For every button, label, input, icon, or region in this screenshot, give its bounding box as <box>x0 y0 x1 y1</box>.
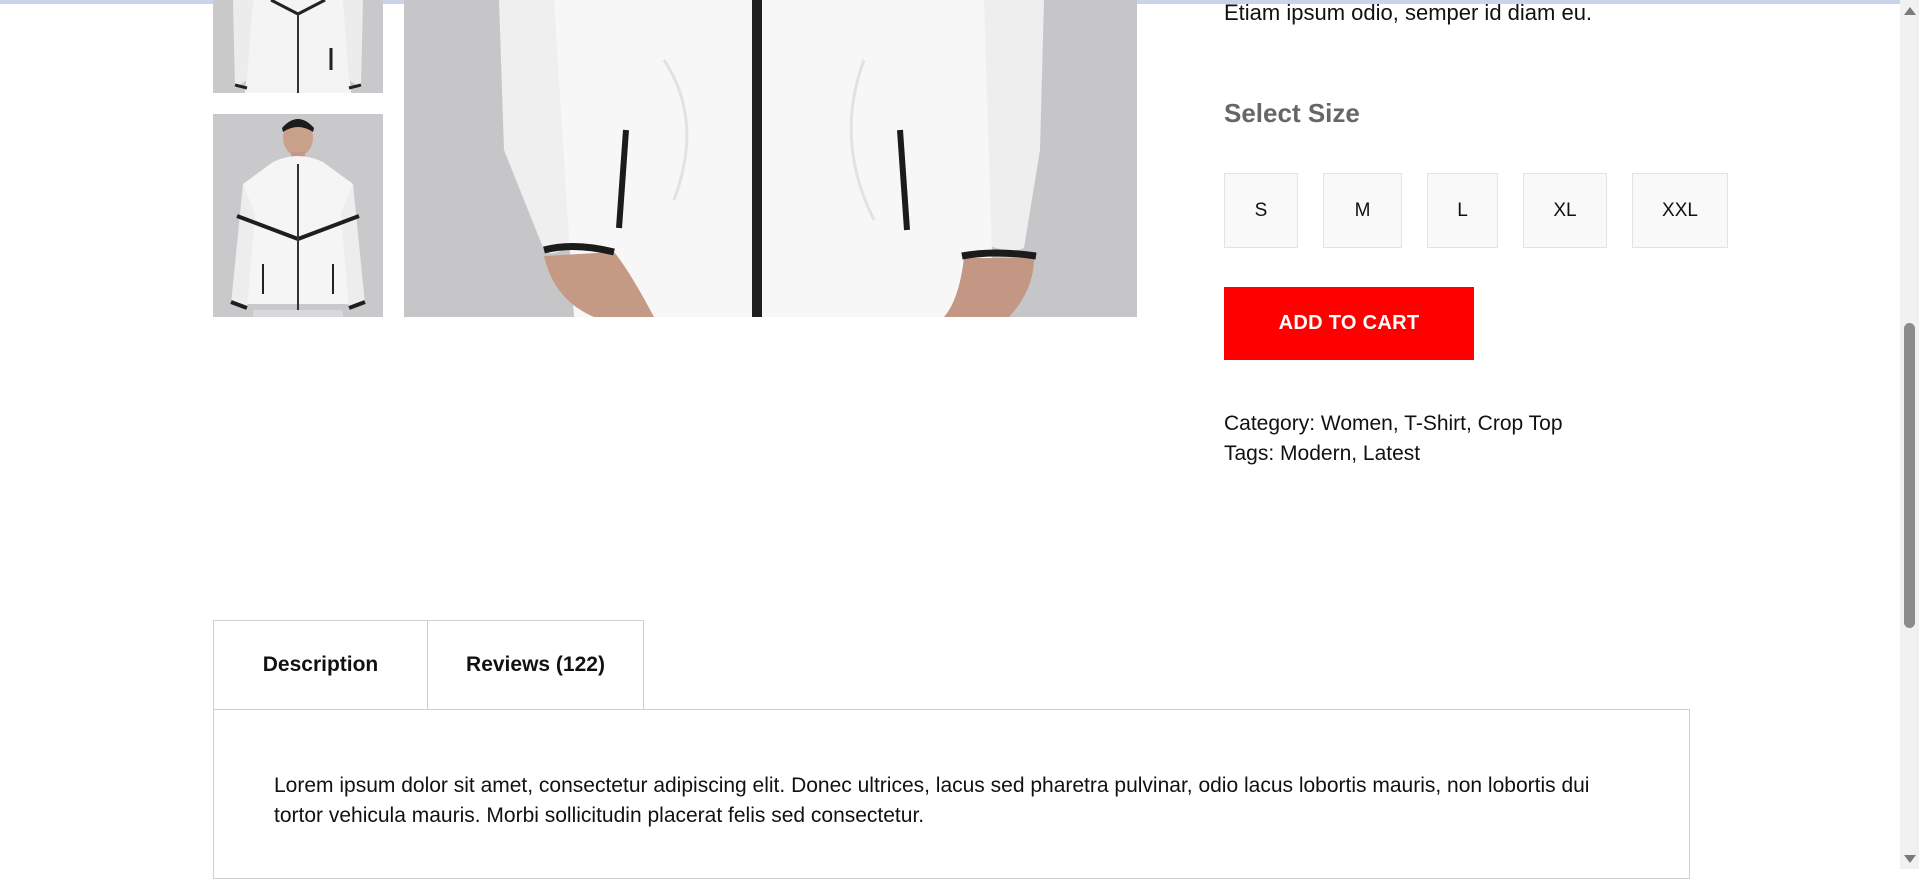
description-text: Lorem ipsum dolor sit amet, consectetur … <box>274 774 1590 827</box>
tags-values[interactable]: Modern, Latest <box>1280 442 1420 465</box>
jacket-model-thumbnail-image <box>213 114 383 317</box>
category-values[interactable]: Women, T-Shirt, Crop Top <box>1321 412 1563 435</box>
category-label: Category: <box>1224 412 1316 435</box>
size-option-xxl[interactable]: XXL <box>1632 173 1728 248</box>
tab-reviews[interactable]: Reviews (122) <box>427 620 644 710</box>
product-description-tail: Etiam ipsum odio, semper id diam eu. <box>1224 0 1593 25</box>
add-to-cart-button[interactable]: ADD TO CART <box>1224 287 1474 360</box>
scroll-up-arrow-icon[interactable] <box>1904 7 1916 15</box>
size-option-s[interactable]: S <box>1224 173 1298 248</box>
size-option-xl[interactable]: XL <box>1523 173 1607 248</box>
product-main-image[interactable] <box>404 0 1137 317</box>
scrollbar-thumb[interactable] <box>1904 323 1915 628</box>
product-tags: Tags: Modern, Latest <box>1224 442 1420 466</box>
jacket-thumbnail-image <box>213 0 383 93</box>
product-thumbnail-1[interactable] <box>213 0 383 93</box>
product-thumbnail-2[interactable] <box>213 114 383 317</box>
scroll-down-arrow-icon[interactable] <box>1904 855 1916 863</box>
page-scrollbar[interactable] <box>1900 0 1919 869</box>
tab-description[interactable]: Description <box>213 620 428 710</box>
size-option-m[interactable]: M <box>1323 173 1402 248</box>
tags-label: Tags: <box>1224 442 1275 465</box>
select-size-heading: Select Size <box>1224 98 1360 128</box>
tab-panel-description: Lorem ipsum dolor sit amet, consectetur … <box>213 709 1690 879</box>
jacket-main-image <box>404 0 1137 317</box>
product-category: Category: Women, T-Shirt, Crop Top <box>1224 412 1563 436</box>
size-option-l[interactable]: L <box>1427 173 1498 248</box>
